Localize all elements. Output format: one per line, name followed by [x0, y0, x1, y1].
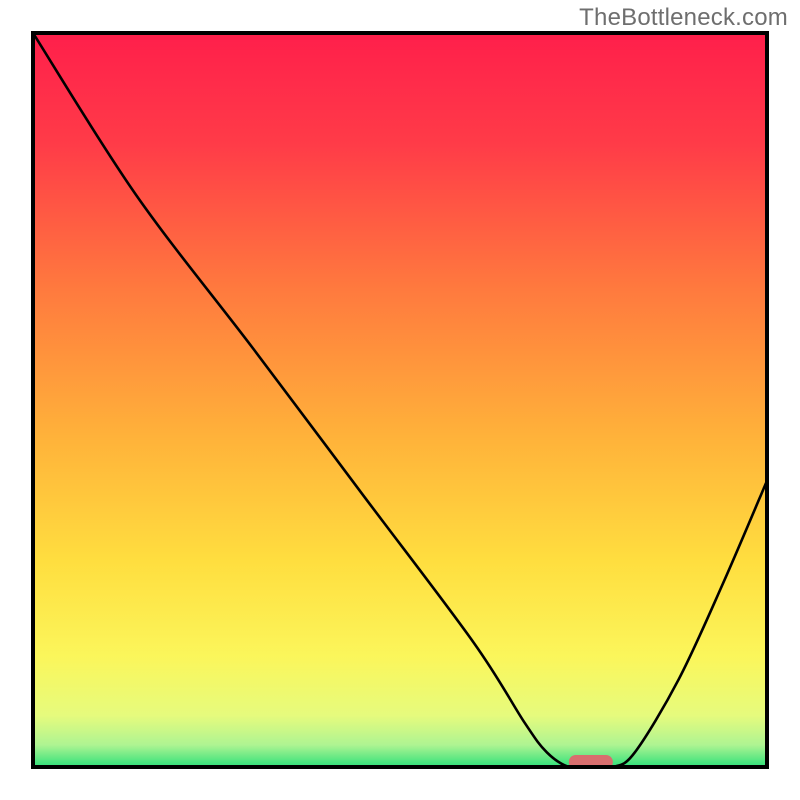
- watermark-text: TheBottleneck.com: [579, 4, 788, 32]
- chart-frame: TheBottleneck.com: [0, 0, 800, 800]
- chart-svg: [0, 0, 800, 800]
- gradient-background: [33, 33, 767, 767]
